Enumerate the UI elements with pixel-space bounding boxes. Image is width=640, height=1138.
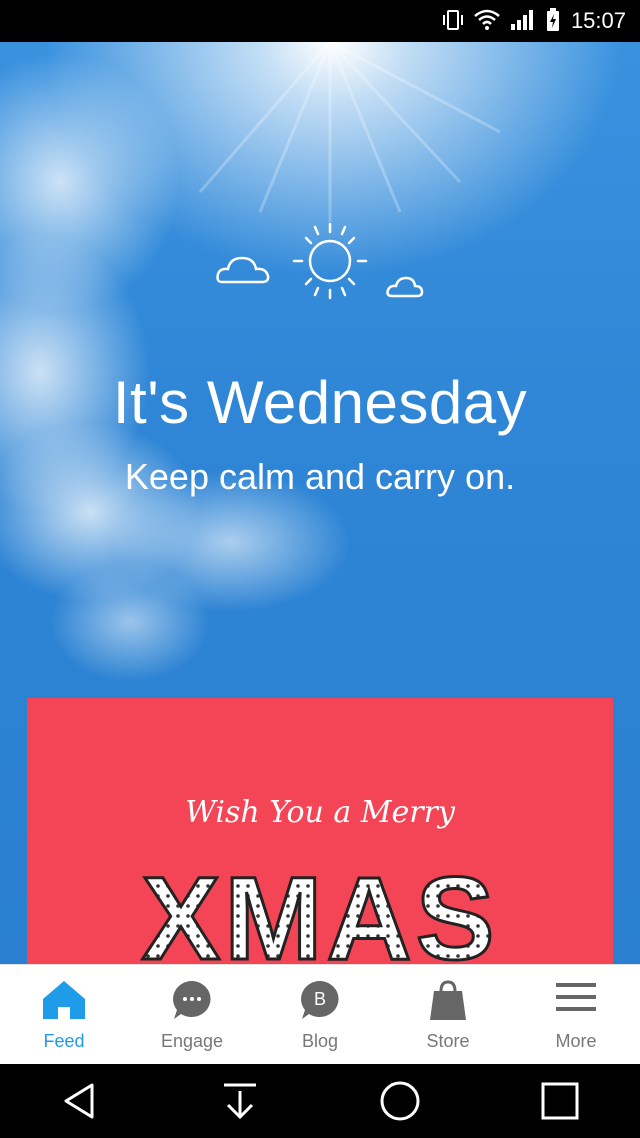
chat-bubble-icon — [173, 981, 211, 1019]
xmas-card[interactable]: Wish You a Merry XMAS — [27, 698, 613, 964]
tab-label: Feed — [43, 1031, 85, 1051]
status-icons — [442, 8, 560, 32]
bottom-tab-bar: Feed Engage B Blog Store More — [0, 964, 640, 1065]
back-icon — [64, 1083, 94, 1119]
blog-b-icon: B — [301, 981, 339, 1019]
weather-hero: It's Wednesday Keep calm and carry on. W… — [0, 42, 640, 964]
tab-engage[interactable]: Engage — [128, 965, 256, 1065]
download-button[interactable] — [210, 1071, 270, 1131]
tab-blog[interactable]: B Blog — [256, 965, 384, 1065]
vibrate-icon — [443, 10, 463, 30]
tab-label: Engage — [160, 1031, 224, 1051]
day-title: It's Wednesday — [112, 369, 528, 436]
back-button[interactable] — [50, 1071, 110, 1131]
xmas-big-text: XMAS — [142, 853, 499, 964]
status-bar: 15:07 — [0, 0, 640, 42]
weather-icon — [216, 222, 424, 300]
tab-more[interactable]: More — [512, 965, 640, 1065]
home-circle-icon — [380, 1081, 420, 1121]
recents-button[interactable] — [530, 1071, 590, 1131]
clock: 15:07 — [570, 8, 626, 33]
tab-label: More — [555, 1031, 597, 1051]
recents-icon — [541, 1082, 579, 1120]
system-nav-bar — [0, 1064, 640, 1138]
download-icon — [224, 1083, 256, 1120]
wifi-icon — [474, 9, 500, 30]
tab-feed[interactable]: Feed — [0, 965, 128, 1065]
home-button[interactable] — [370, 1071, 430, 1131]
card-script-text: Wish You a Merry — [185, 795, 455, 830]
xmas-lettering: XMAS — [140, 852, 499, 965]
shopping-bag-icon — [430, 980, 466, 1020]
day-subtitle: Keep calm and carry on. — [124, 456, 516, 497]
tab-store[interactable]: Store — [384, 965, 512, 1065]
menu-icon — [556, 983, 596, 1011]
battery-icon — [547, 8, 559, 31]
tab-label: Blog — [301, 1031, 339, 1051]
home-icon — [43, 981, 85, 1019]
signal-icon — [511, 10, 533, 30]
blog-letter: B — [314, 989, 326, 1009]
tab-label: Store — [426, 1031, 470, 1051]
